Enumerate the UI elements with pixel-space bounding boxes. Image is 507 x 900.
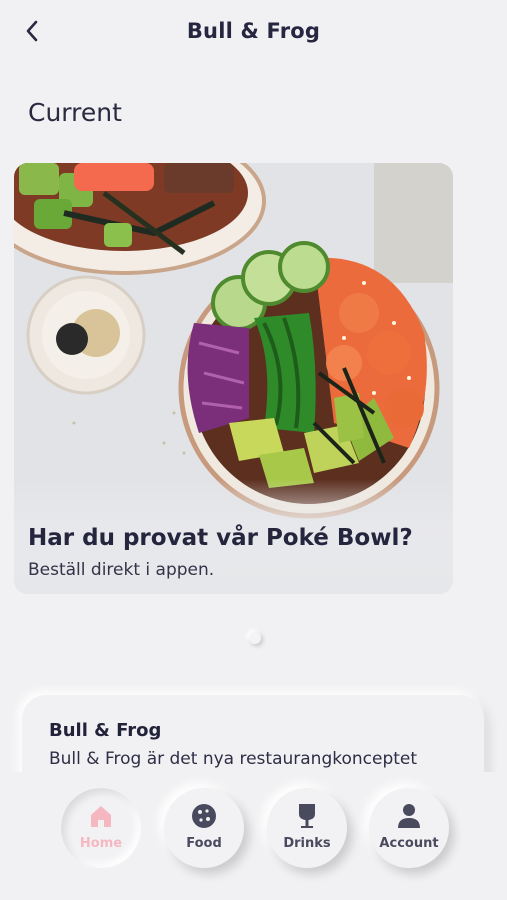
page-title: Bull & Frog bbox=[186, 19, 321, 43]
nav-home-label: Home bbox=[79, 836, 123, 851]
app-header: Bull & Frog bbox=[0, 0, 507, 64]
nav-drinks-label: Drinks bbox=[283, 836, 331, 851]
nav-account-button[interactable]: Account bbox=[369, 788, 449, 868]
home-icon bbox=[91, 806, 111, 827]
bottom-navigation: Home Food Drinks Account bbox=[0, 772, 507, 900]
section-title: Current bbox=[28, 98, 122, 127]
promo-card[interactable]: Har du provat vår Poké Bowl? Beställ dir… bbox=[14, 163, 453, 594]
nav-food-label: Food bbox=[186, 836, 222, 851]
cookie-icon bbox=[192, 804, 216, 828]
nav-food-button[interactable]: Food bbox=[164, 788, 244, 868]
info-card-title: Bull & Frog bbox=[49, 720, 162, 741]
glass-icon bbox=[299, 804, 315, 828]
carousel-indicator[interactable] bbox=[249, 632, 261, 644]
info-card-text: Bull & Frog är det nya restaurangkoncept… bbox=[49, 749, 418, 769]
nav-account-label: Account bbox=[379, 836, 439, 851]
promo-subtitle: Beställ direkt i appen. bbox=[28, 560, 215, 580]
nav-home-button[interactable]: Home bbox=[61, 788, 141, 868]
person-icon bbox=[398, 804, 420, 828]
nav-drinks-button[interactable]: Drinks bbox=[267, 788, 347, 868]
promo-heading: Har du provat vår Poké Bowl? bbox=[28, 525, 413, 551]
